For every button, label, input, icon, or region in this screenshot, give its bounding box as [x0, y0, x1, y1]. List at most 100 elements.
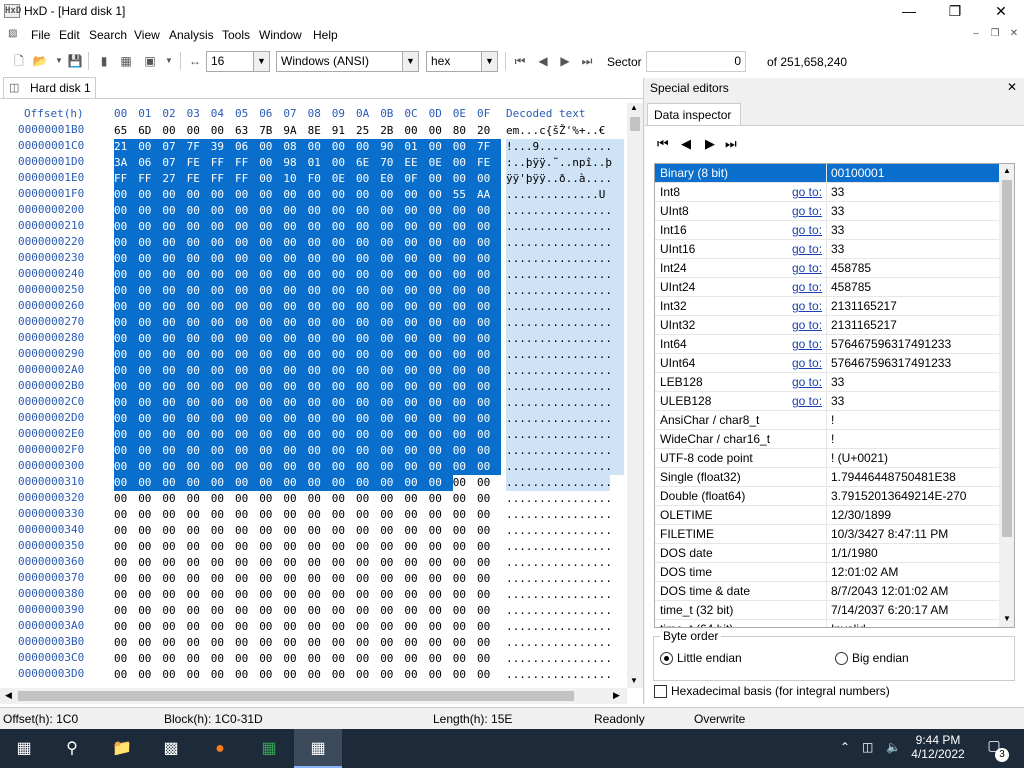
hex-byte[interactable]: 00: [428, 139, 453, 155]
hex-byte[interactable]: 00: [429, 555, 453, 571]
decoded-text[interactable]: ................: [506, 475, 612, 491]
hex-byte[interactable]: 00: [429, 619, 453, 635]
hex-byte[interactable]: 00: [138, 571, 162, 587]
inspector-row[interactable]: LEB128 go to: 33: [655, 373, 999, 392]
hex-byte[interactable]: 00: [235, 459, 260, 475]
hex-byte[interactable]: 00: [477, 539, 501, 555]
hex-byte[interactable]: 00: [235, 283, 260, 299]
hex-byte[interactable]: 00: [259, 347, 284, 363]
hex-byte[interactable]: 00: [283, 427, 308, 443]
hex-byte[interactable]: 00: [429, 635, 453, 651]
hex-byte[interactable]: 00: [404, 635, 428, 651]
hex-byte[interactable]: 00: [404, 203, 429, 219]
decoded-text[interactable]: ................: [506, 507, 612, 523]
hex-byte[interactable]: 00: [210, 443, 235, 459]
hex-byte[interactable]: 00: [162, 443, 187, 459]
next-icon[interactable]: ▶: [705, 136, 715, 152]
hex-byte[interactable]: 00: [138, 203, 163, 219]
hex-byte[interactable]: 00: [307, 187, 332, 203]
hex-byte[interactable]: 00: [404, 379, 429, 395]
hex-byte[interactable]: 00: [308, 539, 332, 555]
hex-byte[interactable]: 00: [380, 427, 405, 443]
hex-byte[interactable]: 00: [235, 539, 259, 555]
hex-byte[interactable]: 00: [429, 123, 453, 139]
hex-byte[interactable]: 00: [259, 219, 284, 235]
hex-byte[interactable]: 00: [186, 203, 211, 219]
hex-byte[interactable]: 00: [211, 555, 235, 571]
hex-byte[interactable]: 00: [138, 443, 163, 459]
hex-byte[interactable]: 08: [283, 139, 308, 155]
decoded-text[interactable]: !...9...........: [506, 139, 612, 155]
hex-byte[interactable]: 00: [235, 443, 260, 459]
hex-byte[interactable]: 00: [453, 587, 477, 603]
hex-byte[interactable]: 00: [235, 235, 260, 251]
inspector-row[interactable]: DOS time & date 8/7/2043 12:01:02 AM: [655, 582, 999, 601]
hex-byte[interactable]: 00: [477, 491, 501, 507]
hex-byte[interactable]: 00: [186, 395, 211, 411]
hex-byte[interactable]: 00: [138, 667, 162, 683]
inspector-value[interactable]: 1.79446448750481E38: [831, 470, 956, 484]
hex-byte[interactable]: 70: [380, 155, 405, 171]
hex-byte[interactable]: 00: [356, 507, 380, 523]
hex-byte[interactable]: 00: [259, 411, 284, 427]
hex-byte[interactable]: 00: [235, 379, 260, 395]
hex-byte[interactable]: 00: [356, 539, 380, 555]
hex-byte[interactable]: 00: [114, 523, 138, 539]
hex-byte[interactable]: 00: [404, 571, 428, 587]
hex-byte[interactable]: 3A: [114, 155, 139, 171]
hex-byte[interactable]: 00: [380, 475, 405, 491]
hex-byte[interactable]: 00: [162, 603, 186, 619]
decoded-text[interactable]: ................: [506, 427, 612, 443]
inspector-value[interactable]: 12:01:02 AM: [831, 565, 898, 579]
hex-byte[interactable]: 00: [235, 475, 260, 491]
hex-byte[interactable]: 00: [235, 667, 259, 683]
inspector-value[interactable]: 00100001: [831, 166, 884, 180]
hex-byte[interactable]: 7B: [259, 123, 283, 139]
hex-byte[interactable]: 00: [138, 219, 163, 235]
hex-byte[interactable]: 00: [380, 523, 404, 539]
hex-byte[interactable]: 00: [138, 187, 163, 203]
hex-byte[interactable]: 00: [429, 587, 453, 603]
hex-byte[interactable]: 00: [138, 395, 163, 411]
hex-byte[interactable]: 0F: [404, 171, 429, 187]
hex-byte[interactable]: 00: [138, 427, 163, 443]
hex-byte[interactable]: 00: [307, 395, 332, 411]
hex-byte[interactable]: 00: [114, 459, 139, 475]
hex-byte[interactable]: 00: [211, 539, 235, 555]
hex-byte[interactable]: 00: [235, 395, 260, 411]
hex-byte[interactable]: 00: [235, 507, 259, 523]
hex-byte[interactable]: 00: [235, 651, 259, 667]
hex-byte[interactable]: 00: [404, 619, 428, 635]
hex-byte[interactable]: 00: [331, 331, 356, 347]
hex-byte[interactable]: 00: [138, 251, 163, 267]
hex-byte[interactable]: 00: [211, 651, 235, 667]
hex-byte[interactable]: 00: [307, 427, 332, 443]
hex-byte[interactable]: 00: [114, 635, 138, 651]
hex-byte[interactable]: 00: [477, 411, 502, 427]
hex-byte[interactable]: 00: [283, 347, 308, 363]
hex-byte[interactable]: 0E: [331, 171, 356, 187]
hex-byte[interactable]: 00: [477, 603, 501, 619]
hex-byte[interactable]: 98: [283, 155, 308, 171]
terminal-icon[interactable]: ▩: [147, 729, 195, 768]
hex-byte[interactable]: 00: [307, 331, 332, 347]
hex-byte[interactable]: 00: [210, 267, 235, 283]
hex-byte[interactable]: 00: [259, 299, 284, 315]
hex-byte[interactable]: 00: [452, 219, 477, 235]
hex-byte[interactable]: 00: [235, 411, 260, 427]
hex-byte[interactable]: 00: [187, 507, 211, 523]
menu-analysis[interactable]: Analysis: [169, 28, 214, 42]
hex-byte[interactable]: 00: [380, 635, 404, 651]
open-folder-icon[interactable]: 📂: [31, 52, 49, 70]
hex-byte[interactable]: 00: [452, 363, 477, 379]
hex-byte[interactable]: 39: [210, 139, 235, 155]
hex-byte[interactable]: 00: [477, 283, 502, 299]
hex-byte[interactable]: 00: [114, 539, 138, 555]
hex-byte[interactable]: 00: [429, 571, 453, 587]
big-endian-radio[interactable]: [835, 652, 848, 665]
hex-byte[interactable]: 00: [452, 443, 477, 459]
hex-byte[interactable]: FF: [235, 171, 260, 187]
inspector-row[interactable]: time_t (64 bit) Invalid: [655, 620, 999, 627]
hex-byte[interactable]: 00: [259, 267, 284, 283]
hex-byte[interactable]: 00: [259, 331, 284, 347]
